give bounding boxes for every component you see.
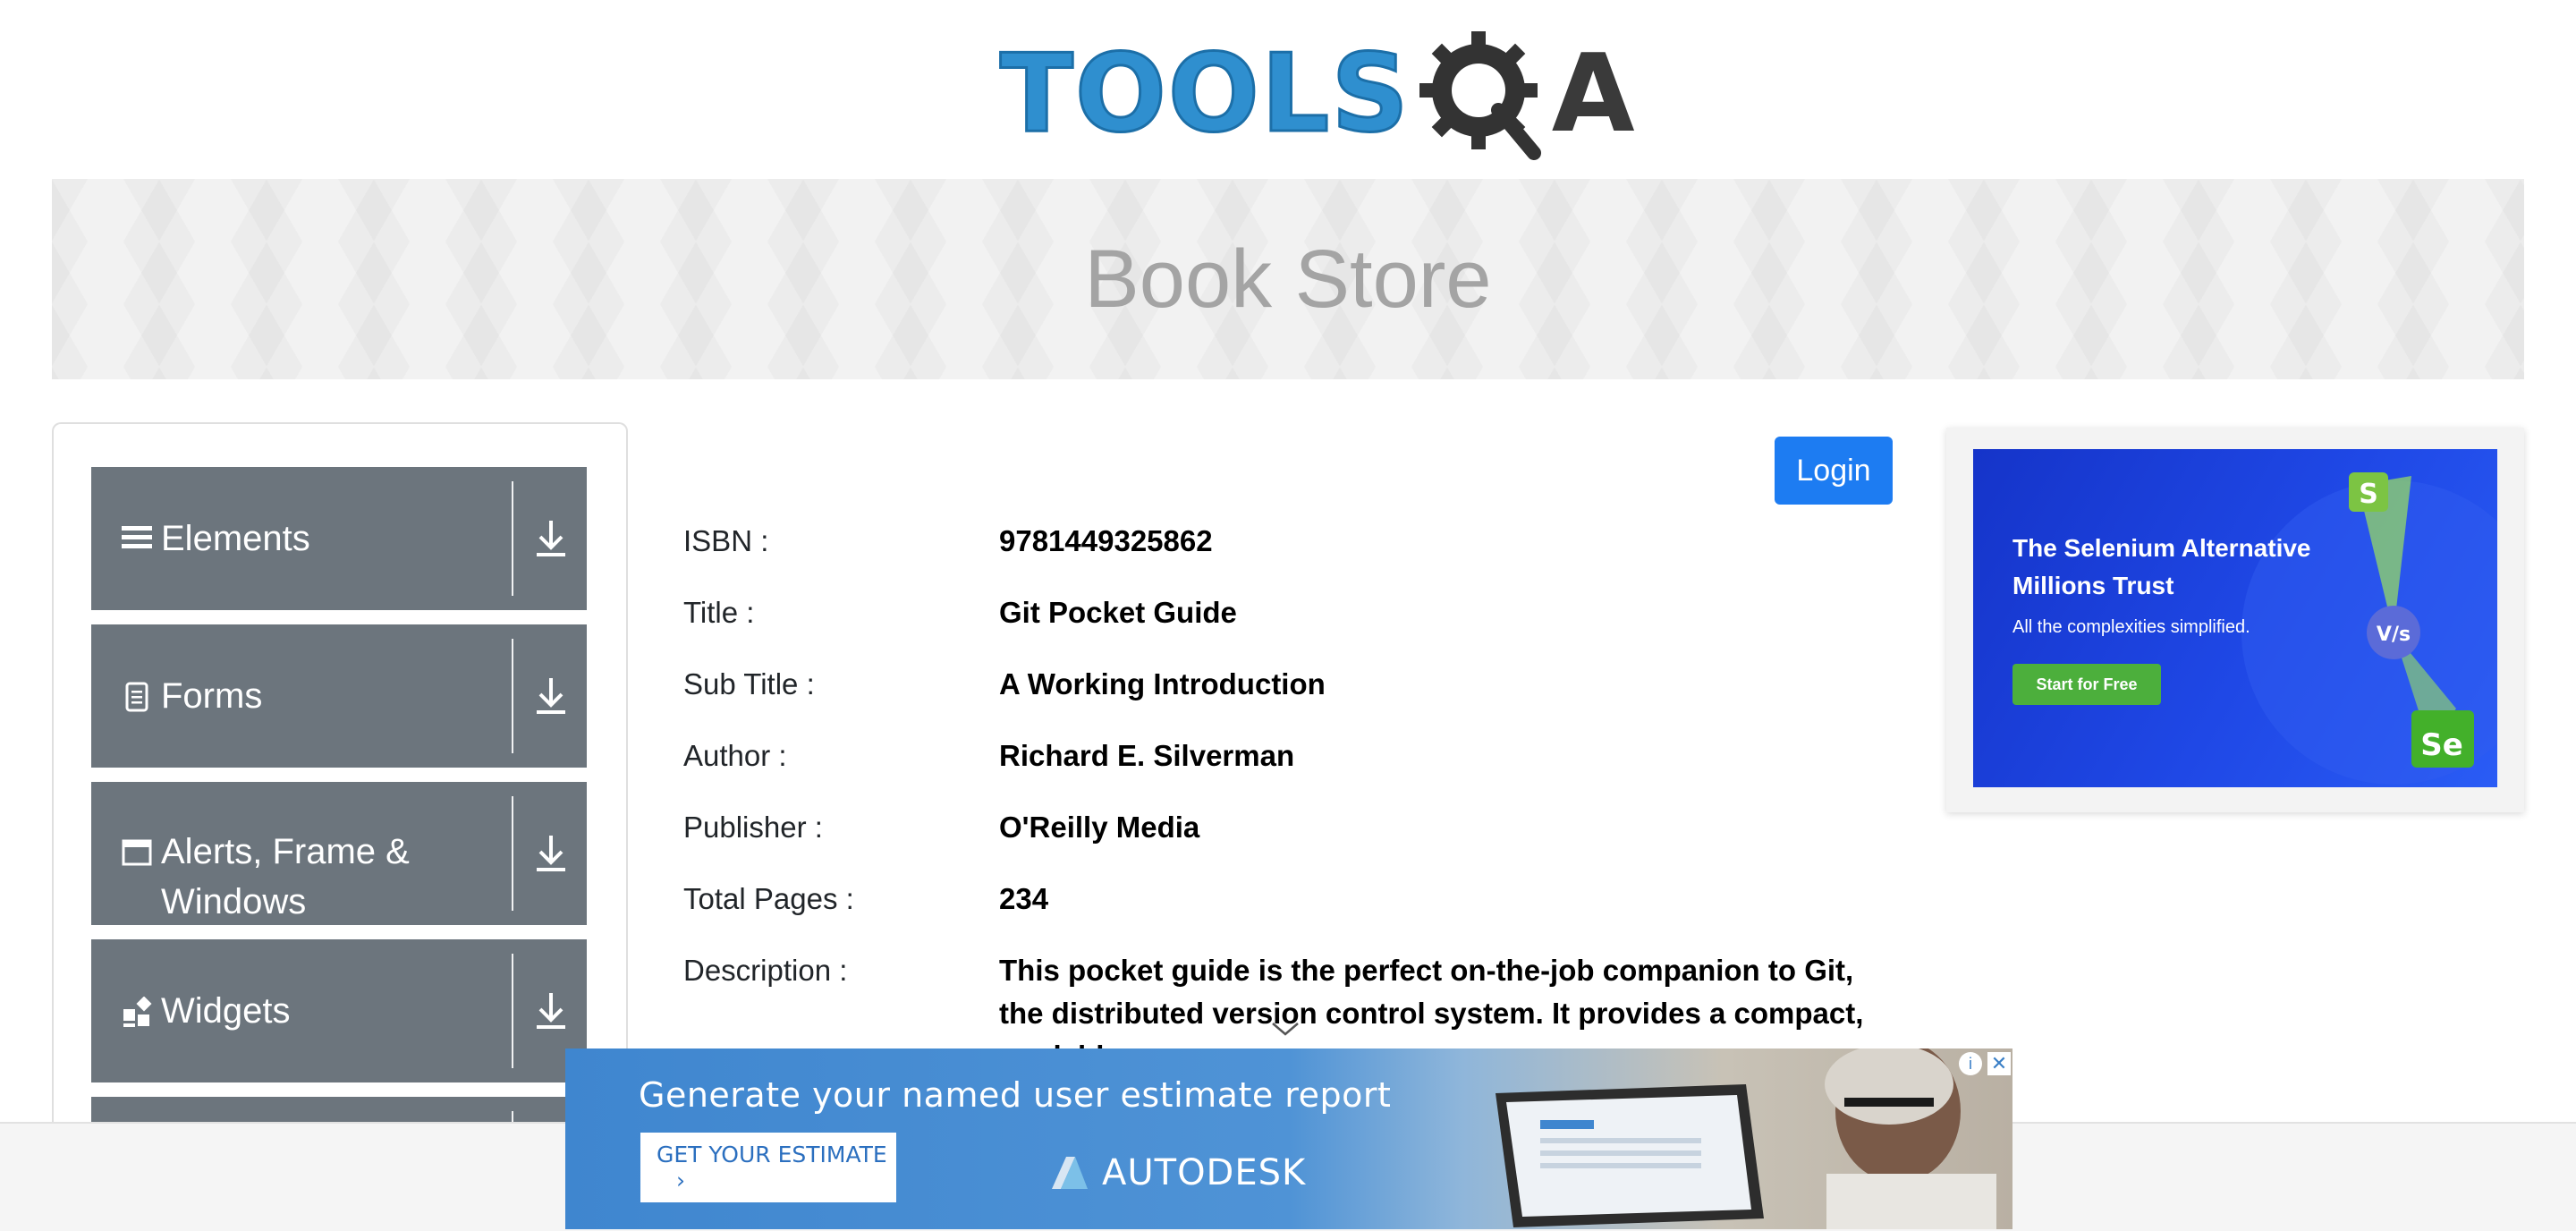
svg-text:V/s: V/s [2377,624,2411,646]
logo-text: TOOLS [999,31,1411,157]
divider [512,481,513,596]
author-label: Author : [683,739,787,772]
description-label: Description : [683,954,848,987]
chevron-down-icon[interactable] [1270,1020,1301,1038]
subtitle-value: A Working Introduction [999,667,1326,700]
laptop-image [1496,1084,1764,1227]
sidebar: Elements Forms Alerts, Frame & Windows W… [52,422,628,1156]
person-image [1825,1048,1996,1229]
menu-icon [122,522,152,553]
publisher-label: Publisher : [683,811,823,844]
login-button[interactable]: Login [1775,437,1893,505]
toolsqa-logo[interactable]: TOOLS A [999,25,1635,164]
widgets-icon [122,996,152,1027]
sidebar-group-label: Widgets [161,991,291,1031]
sidebar-group-alerts-frame-windows[interactable]: Alerts, Frame & Windows [91,782,587,925]
right-ad[interactable]: V/s S Se The Selenium Alternative Millio… [1946,428,2524,812]
selenium-ad-banner[interactable]: V/s S Se The Selenium Alternative Millio… [1973,449,2497,787]
brand-name: AUTODESK [1102,1152,1307,1193]
autodesk-logo: AUTODESK [1048,1152,1306,1193]
cta-label: GET YOUR ESTIMATE [657,1142,887,1167]
author-value: Richard E. Silverman [999,739,1295,772]
isbn-label: ISBN : [683,524,769,557]
ad-info-icon[interactable]: i [1959,1052,1982,1075]
download-icon [535,834,567,873]
sidebar-group-label: Forms [161,676,263,716]
title-value: Git Pocket Guide [999,596,1237,629]
svg-text:Se: Se [2420,727,2463,763]
page-banner: Book Store [52,179,2524,379]
get-estimate-button[interactable]: GET YOUR ESTIMATE › [640,1133,896,1202]
isbn-value: 9781449325862 [999,524,1213,557]
sidebar-group-forms[interactable]: Forms [91,624,587,768]
sidebar-group-widgets[interactable]: Widgets [91,939,587,1082]
sidebar-group-label: Alerts, Frame & Windows [161,832,410,921]
autodesk-icon [1052,1157,1088,1189]
divider [512,954,513,1068]
bottom-ad[interactable]: Generate your named user estimate report… [565,1048,2012,1229]
page-title: Book Store [1084,233,1492,325]
sidebar-group-elements[interactable]: Elements [91,467,587,610]
document-icon [122,682,152,712]
ad-headline: Generate your named user estimate report [639,1075,1392,1115]
subtitle-label: Sub Title : [683,667,815,700]
sidebar-group-label: Elements [161,519,310,558]
chevron-right-icon: › [676,1167,685,1193]
pages-value: 234 [999,882,1049,915]
title-label: Title : [683,596,755,629]
gear-icon [1416,28,1550,162]
pages-label: Total Pages : [683,882,854,915]
start-free-button[interactable]: Start for Free [2012,664,2161,705]
divider [512,796,513,911]
ad-subtitle: All the complexities simplified. [2012,617,2250,637]
ad-title: The Selenium Alternative Millions Trust [2012,534,2311,599]
divider [512,639,513,753]
publisher-value: O'Reilly Media [999,811,1200,844]
download-icon [535,676,567,716]
logo-letter-a: A [1551,31,1635,157]
download-icon [535,991,567,1031]
svg-text:S: S [2359,479,2378,510]
download-icon [535,519,567,558]
close-icon[interactable]: ✕ [1987,1052,2011,1075]
window-icon [122,837,152,868]
